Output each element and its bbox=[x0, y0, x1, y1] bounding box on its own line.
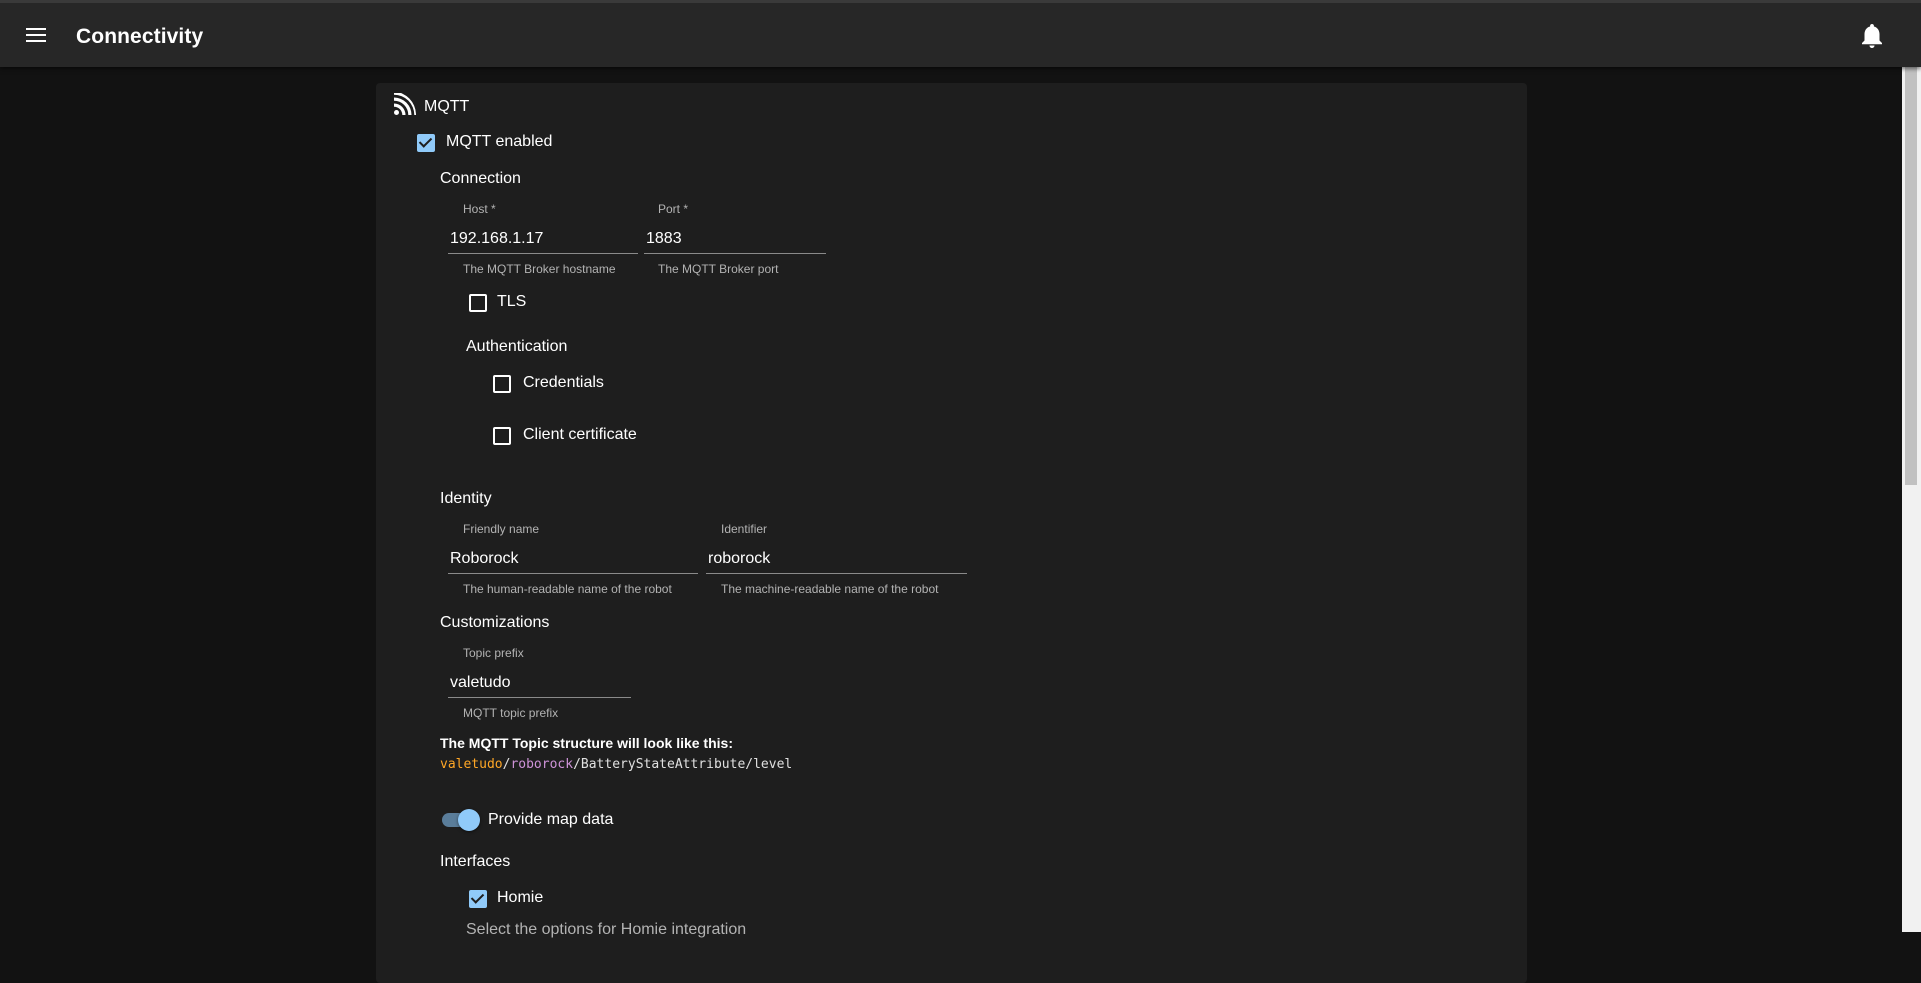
page-title: Connectivity bbox=[76, 25, 204, 48]
customizations-heading: Customizations bbox=[440, 614, 550, 631]
host-label: Host * bbox=[463, 202, 496, 216]
topic-prefix-input[interactable]: valetudo bbox=[448, 672, 631, 698]
page-scrollbar[interactable] bbox=[1902, 67, 1921, 932]
homie-select-text: Select the options for Homie integration bbox=[466, 921, 747, 938]
connection-heading: Connection bbox=[440, 170, 521, 187]
port-label: Port * bbox=[658, 202, 689, 216]
mqtt-card: MQTT MQTT enabled Connection Host * 192.… bbox=[376, 83, 1527, 983]
credentials-label: Credentials bbox=[523, 374, 604, 391]
client-certificate-label: Client certificate bbox=[523, 426, 637, 443]
topic-structure-title: The MQTT Topic structure will look like … bbox=[440, 735, 733, 751]
menu-button[interactable] bbox=[20, 21, 52, 49]
friendly-name-label: Friendly name bbox=[463, 522, 540, 536]
authentication-heading: Authentication bbox=[466, 338, 568, 355]
notifications-button[interactable] bbox=[1860, 23, 1884, 49]
host-helper: The MQTT Broker hostname bbox=[463, 262, 616, 276]
topic-prefix-part: valetudo bbox=[440, 757, 503, 772]
tls-label: TLS bbox=[497, 293, 527, 310]
card-title: MQTT bbox=[424, 98, 470, 115]
rss-feed-icon bbox=[394, 93, 416, 115]
port-input[interactable]: 1883 bbox=[644, 228, 826, 254]
identifier-label: Identifier bbox=[721, 522, 768, 536]
identifier-helper: The machine-readable name of the robot bbox=[721, 582, 939, 596]
homie-label: Homie bbox=[497, 889, 544, 906]
identifier-input[interactable]: roborock bbox=[706, 548, 967, 574]
mqtt-enabled-checkbox[interactable] bbox=[417, 134, 435, 152]
provide-map-data-switch[interactable] bbox=[440, 809, 480, 831]
interfaces-heading: Interfaces bbox=[440, 853, 511, 870]
topic-rest-part: /BatteryStateAttribute/level bbox=[573, 757, 793, 772]
friendly-name-helper: The human-readable name of the robot bbox=[463, 582, 672, 596]
homie-checkbox[interactable] bbox=[469, 890, 487, 908]
bell-icon bbox=[1862, 24, 1882, 48]
mqtt-enabled-label: MQTT enabled bbox=[446, 133, 553, 150]
credentials-checkbox[interactable] bbox=[493, 375, 511, 393]
topic-structure-example: valetudo/roborock/BatteryStateAttribute/… bbox=[440, 757, 792, 772]
tls-checkbox[interactable] bbox=[469, 294, 487, 312]
topic-identifier-part: roborock bbox=[510, 757, 574, 772]
scrollbar-thumb[interactable] bbox=[1905, 67, 1917, 485]
provide-map-data-label: Provide map data bbox=[488, 811, 614, 828]
client-certificate-checkbox[interactable] bbox=[493, 427, 511, 445]
identity-heading: Identity bbox=[440, 490, 492, 507]
topic-prefix-label: Topic prefix bbox=[463, 646, 524, 660]
port-helper: The MQTT Broker port bbox=[658, 262, 779, 276]
menu-icon bbox=[26, 28, 46, 30]
topic-prefix-helper: MQTT topic prefix bbox=[463, 706, 559, 720]
friendly-name-input[interactable]: Roborock bbox=[448, 548, 698, 574]
app-bar: Connectivity bbox=[0, 0, 1921, 67]
host-input[interactable]: 192.168.1.17 bbox=[448, 228, 638, 254]
